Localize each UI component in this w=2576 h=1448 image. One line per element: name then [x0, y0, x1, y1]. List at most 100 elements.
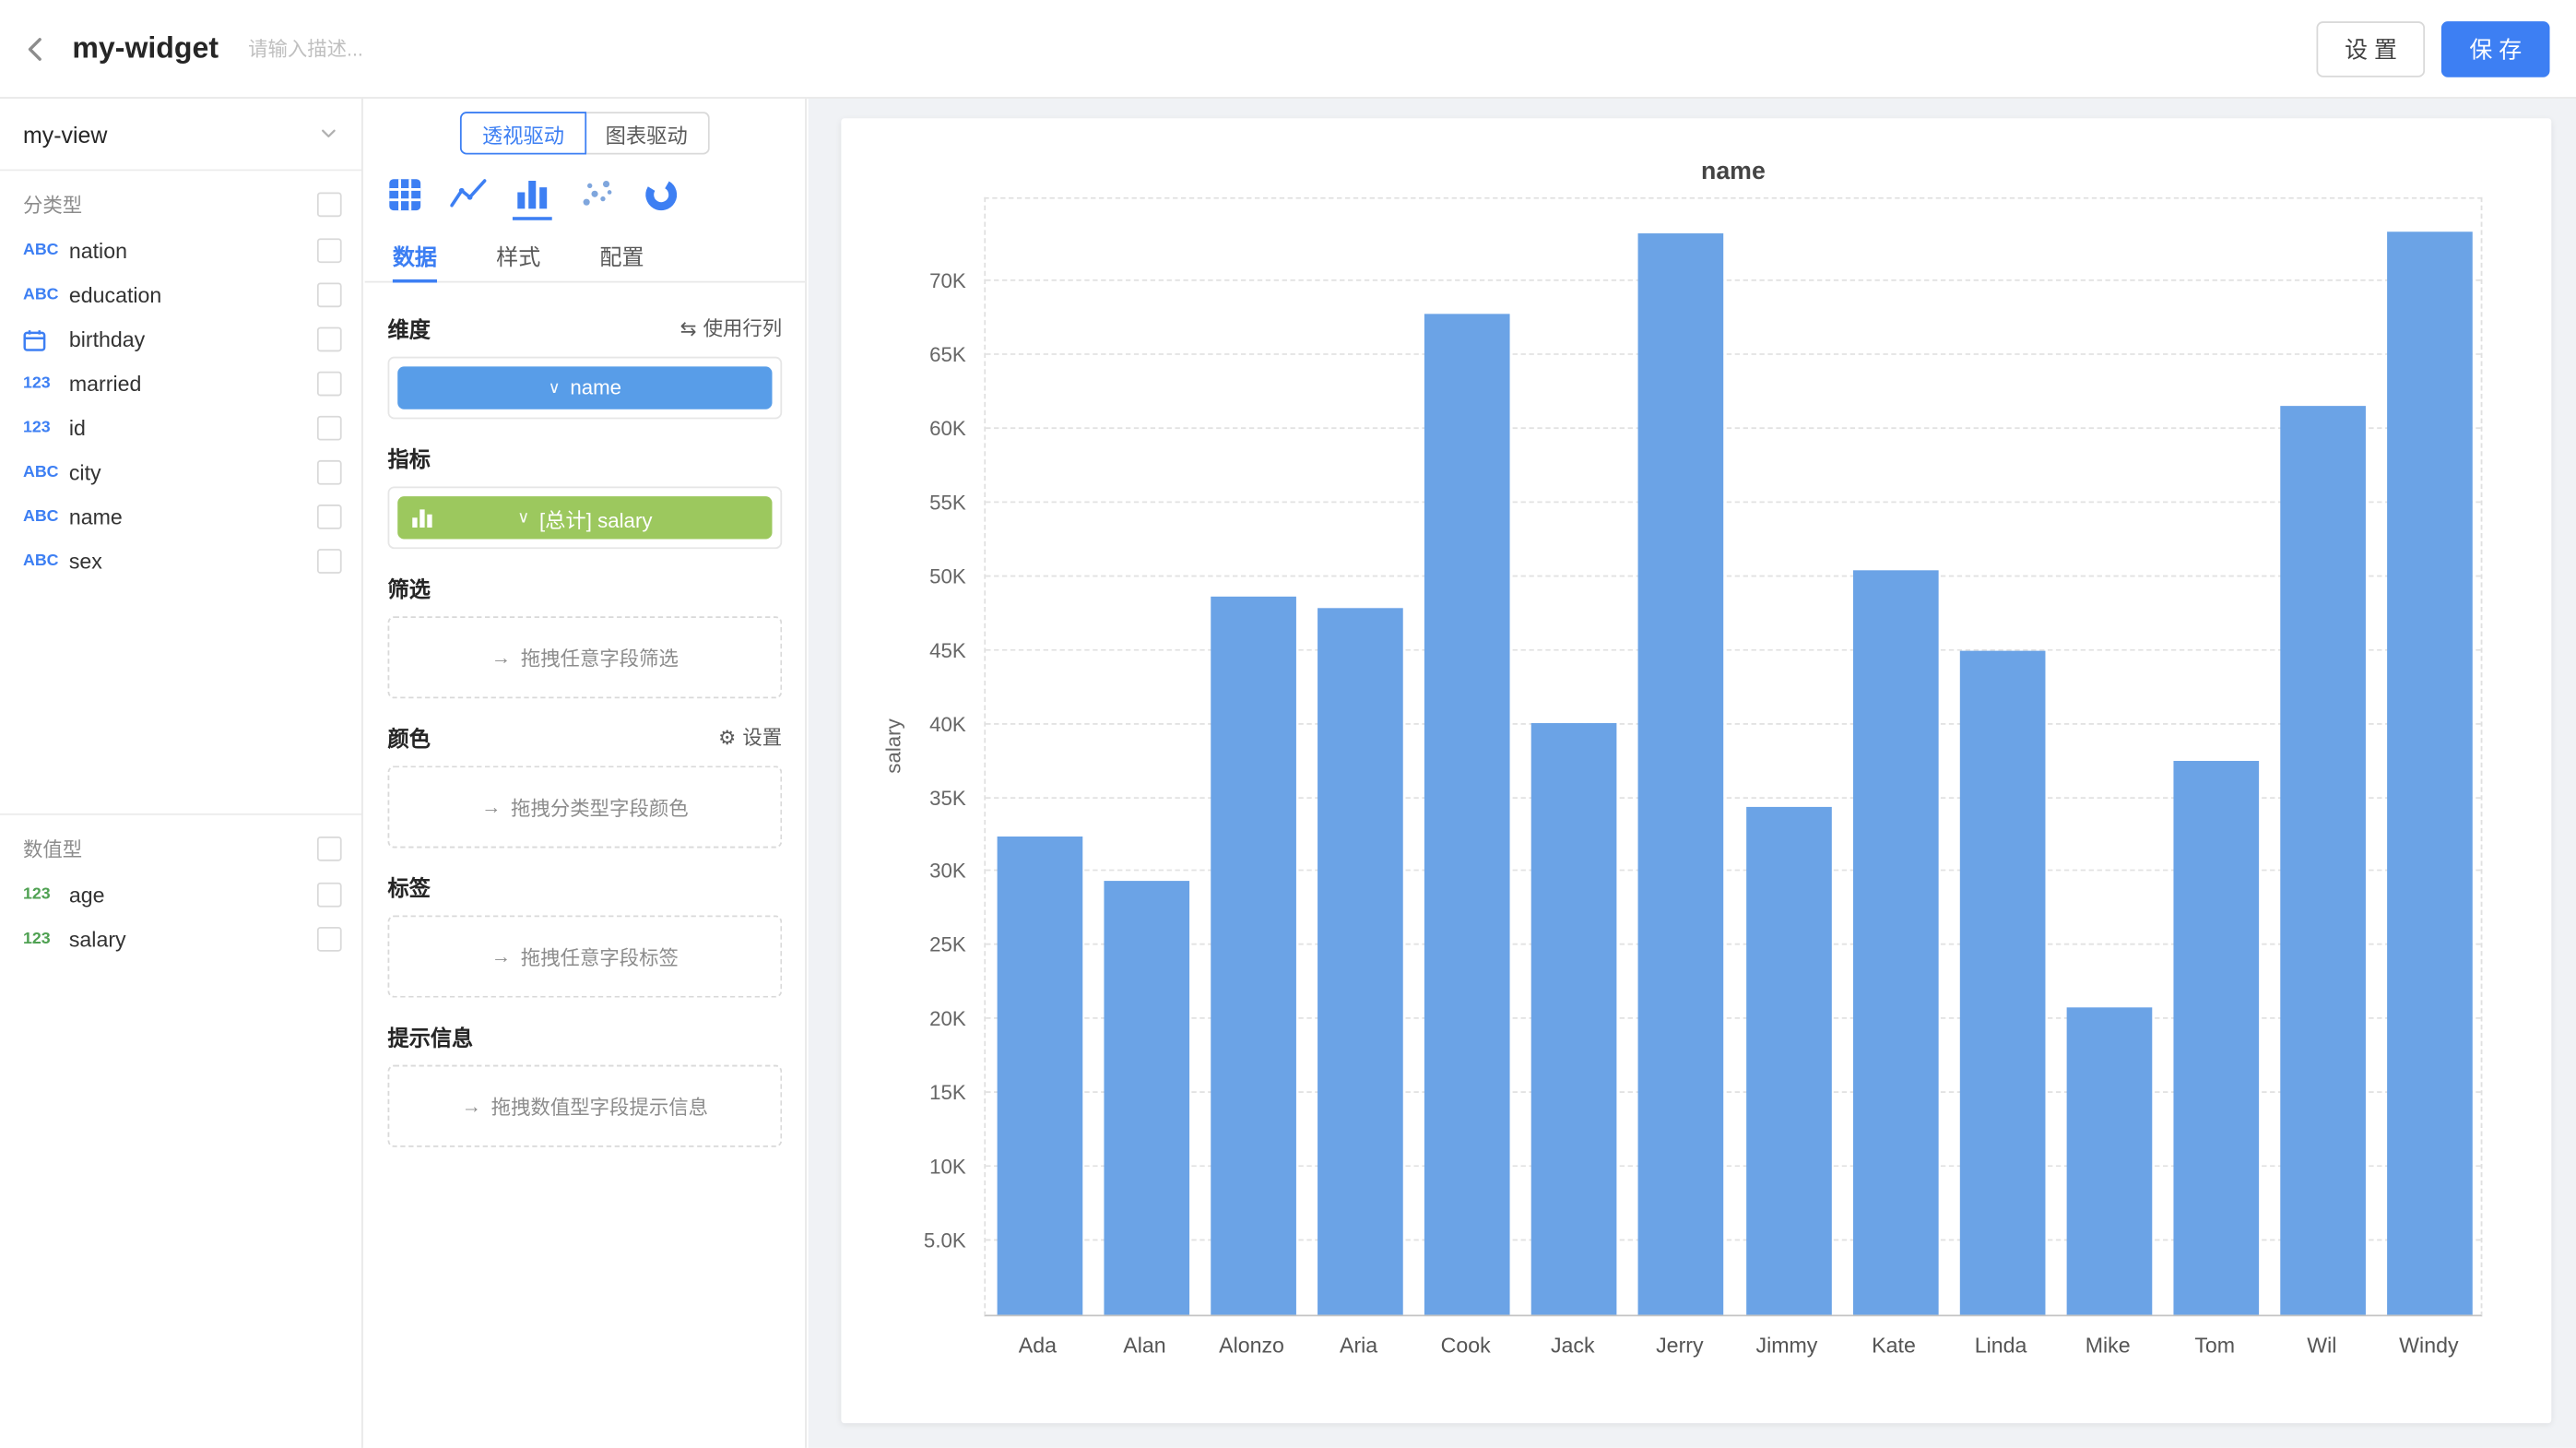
group-checkbox[interactable] — [317, 192, 342, 217]
y-axis-tick-label: 55K — [841, 492, 965, 515]
bar-Alan[interactable] — [1104, 881, 1189, 1315]
y-axis-tick-label: 25K — [841, 934, 965, 957]
field-list: 分类型ABCnationABCeducationbirthday123marri… — [0, 171, 361, 961]
field-checkbox[interactable] — [317, 460, 342, 485]
text-type-icon: ABC — [23, 286, 69, 304]
color-settings-button[interactable]: ⚙ 设置 — [718, 723, 782, 751]
field-checkbox[interactable] — [317, 327, 342, 352]
y-axis-tick-label: 65K — [841, 343, 965, 366]
field-item-name[interactable]: ABCname — [0, 494, 361, 539]
y-axis-tick-label: 50K — [841, 565, 965, 588]
text-type-icon: ABC — [23, 463, 69, 481]
bar-Aria[interactable] — [1318, 608, 1403, 1315]
header: my-widget 设 置 保 存 — [0, 0, 2576, 99]
panel-tabs: 数据 样式 配置 — [365, 230, 806, 282]
metric-dropzone[interactable]: ∨ [总计] salary — [388, 486, 783, 549]
tab-pivot-driven[interactable]: 透视驱动 — [461, 112, 585, 154]
field-checkbox[interactable] — [317, 883, 342, 908]
bar-Windy[interactable] — [2388, 232, 2474, 1314]
filter-dropzone-hint: 拖拽任意字段筛选 — [521, 644, 679, 671]
field-item-id[interactable]: 123id — [0, 406, 361, 450]
color-dropzone-hint: 拖拽分类型字段颜色 — [511, 793, 688, 821]
save-button[interactable]: 保 存 — [2441, 20, 2549, 77]
label-section-label: 标签 — [388, 871, 431, 902]
color-dropzone[interactable]: → 拖拽分类型字段颜色 — [388, 766, 783, 848]
field-item-age[interactable]: 123age — [0, 872, 361, 917]
bar-Jerry[interactable] — [1638, 234, 1724, 1315]
color-settings-label: 设置 — [742, 723, 782, 751]
filter-dropzone[interactable]: → 拖拽任意字段筛选 — [388, 616, 783, 698]
bar-Tom[interactable] — [2174, 761, 2260, 1314]
metric-section-label: 指标 — [388, 442, 431, 473]
drag-arrow-icon: → — [462, 1095, 481, 1118]
x-axis-tick-label: Aria — [1306, 1333, 1412, 1358]
bar-Wil[interactable] — [2281, 405, 2367, 1314]
x-axis-tick-label: Alonzo — [1199, 1333, 1306, 1358]
gridline — [986, 427, 2481, 429]
x-axis-tick-label: Jack — [1519, 1333, 1626, 1358]
field-item-sex[interactable]: ABCsex — [0, 539, 361, 583]
field-checkbox[interactable] — [317, 927, 342, 952]
field-checkbox[interactable] — [317, 549, 342, 574]
bar-Ada[interactable] — [997, 837, 1082, 1315]
table-chart-icon[interactable] — [384, 171, 424, 220]
tab-chart-driven[interactable]: 图表驱动 — [585, 112, 709, 154]
bar-Linda[interactable] — [1960, 650, 2046, 1314]
scatter-chart-icon[interactable] — [576, 171, 616, 220]
use-rows-columns-label: 使用行列 — [703, 314, 783, 341]
field-checkbox[interactable] — [317, 416, 342, 441]
bar-Mike[interactable] — [2067, 1008, 2153, 1315]
field-name: age — [69, 883, 317, 908]
tooltip-dropzone[interactable]: → 拖拽数值型字段提示信息 — [388, 1065, 783, 1147]
dimension-pill-name[interactable]: ∨ name — [397, 366, 772, 409]
tab-data[interactable]: 数据 — [393, 230, 437, 282]
bar-Alonzo[interactable] — [1211, 597, 1296, 1314]
metric-pill-salary[interactable]: ∨ [总计] salary — [397, 496, 772, 539]
field-group-label: 数值型 — [23, 835, 317, 862]
field-checkbox[interactable] — [317, 238, 342, 263]
color-section-label: 颜色 — [388, 721, 431, 753]
x-axis-tick-label: Jimmy — [1733, 1333, 1840, 1358]
field-checkbox[interactable] — [317, 372, 342, 397]
label-dropzone[interactable]: → 拖拽任意字段标签 — [388, 916, 783, 998]
page-title: my-widget — [72, 31, 219, 65]
x-axis-tick-label: Jerry — [1626, 1333, 1733, 1358]
chart-preview-area: name salary 5.0K10K15K20K25K30K35K40K45K… — [809, 99, 2576, 1448]
gridline — [986, 353, 2481, 355]
field-checkbox[interactable] — [317, 282, 342, 307]
y-axis-tick-label: 30K — [841, 860, 965, 884]
description-input[interactable] — [248, 37, 609, 60]
field-item-married[interactable]: 123married — [0, 362, 361, 406]
chevron-left-icon — [21, 34, 51, 64]
tab-style[interactable]: 样式 — [496, 230, 540, 282]
field-item-birthday[interactable]: birthday — [0, 317, 361, 362]
settings-button[interactable]: 设 置 — [2317, 20, 2425, 77]
line-chart-icon[interactable] — [448, 171, 488, 220]
pie-chart-icon[interactable] — [641, 171, 680, 220]
dimension-dropzone[interactable]: ∨ name — [388, 357, 783, 420]
bar-Jimmy[interactable] — [1745, 807, 1831, 1315]
field-item-education[interactable]: ABCeducation — [0, 273, 361, 317]
group-checkbox[interactable] — [317, 837, 342, 861]
field-item-city[interactable]: ABCcity — [0, 450, 361, 494]
chart-type-switcher — [365, 154, 806, 220]
tab-config[interactable]: 配置 — [599, 230, 644, 282]
use-rows-columns-button[interactable]: ⇆ 使用行列 — [680, 314, 783, 341]
x-axis-tick-label: Alan — [1091, 1333, 1198, 1358]
y-axis-tick-label: 60K — [841, 417, 965, 440]
y-axis-tick-label: 45K — [841, 639, 965, 662]
chevron-down-icon: ∨ — [549, 379, 561, 398]
field-group: 数值型 123age123salary — [0, 813, 361, 961]
field-name: nation — [69, 238, 317, 263]
dimension-pill-label: name — [570, 376, 621, 399]
x-axis-tick-label: Windy — [2375, 1333, 2482, 1358]
field-checkbox[interactable] — [317, 504, 342, 529]
bar-Jack[interactable] — [1531, 723, 1617, 1315]
field-item-salary[interactable]: 123salary — [0, 917, 361, 961]
bar-Kate[interactable] — [1852, 571, 1938, 1315]
back-button[interactable] — [0, 0, 72, 98]
field-item-nation[interactable]: ABCnation — [0, 229, 361, 273]
view-selector[interactable]: my-view — [0, 99, 361, 171]
bar-Cook[interactable] — [1424, 314, 1510, 1314]
bar-chart-icon[interactable] — [513, 171, 552, 220]
